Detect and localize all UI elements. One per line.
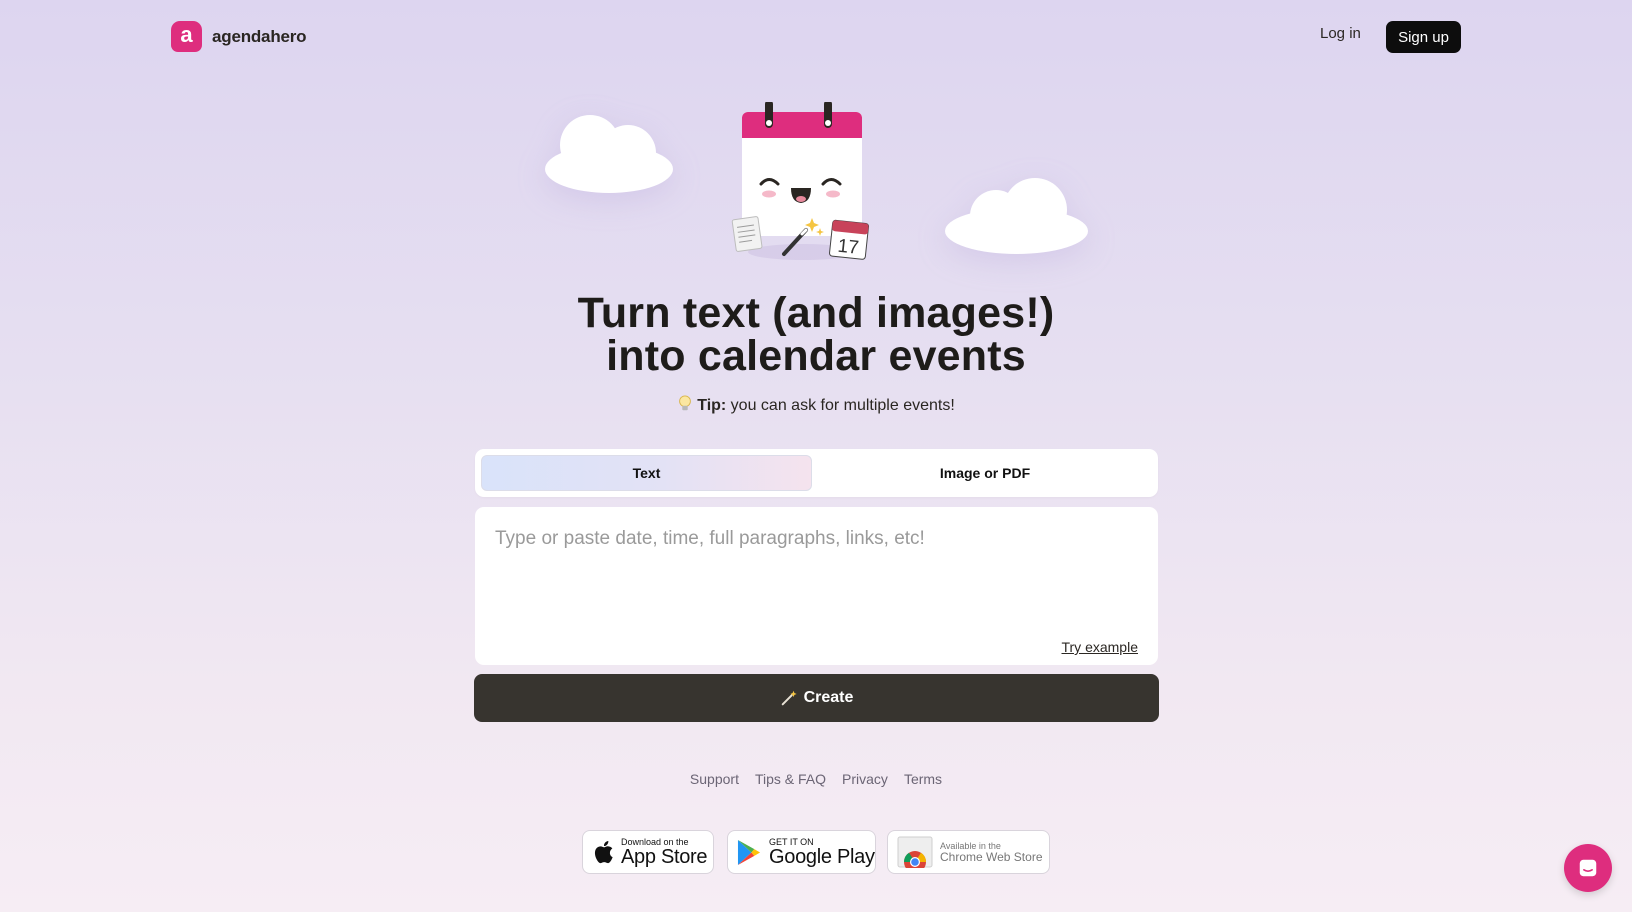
tip-label: Tip: <box>697 397 727 414</box>
headline-line-2: into calendar events <box>606 332 1026 380</box>
app-store-big-text: App Store <box>621 846 708 868</box>
tab-text[interactable]: Text <box>481 455 812 491</box>
app-store-badge[interactable]: Download on the App Store <box>582 830 714 874</box>
try-example-link[interactable]: Try example <box>1061 639 1138 655</box>
google-play-big-text: Google Play <box>769 846 875 868</box>
calendar-date-number: 17 <box>837 236 860 259</box>
input-mode-tabs: Text Image or PDF <box>475 449 1158 497</box>
signup-button[interactable]: Sign up <box>1386 21 1461 53</box>
top-nav: a agendahero Log in Sign up <box>0 0 1632 72</box>
apple-icon <box>594 841 613 864</box>
event-text-container: Try example <box>475 507 1158 665</box>
chat-icon <box>1579 859 1597 877</box>
google-play-badge[interactable]: GET IT ON Google Play <box>727 830 876 874</box>
google-play-icon <box>737 839 761 865</box>
footer-link-tips-faq[interactable]: Tips & FAQ <box>755 771 826 787</box>
chrome-store-small-text: Available in the <box>940 840 1001 851</box>
support-chat-button[interactable] <box>1564 844 1612 892</box>
chrome-store-big-text: Chrome Web Store <box>940 849 1043 864</box>
headline-line-1: Turn text (and images!) <box>577 289 1055 337</box>
tip-message: you can ask for multiple events! <box>726 397 955 414</box>
chrome-web-store-badge[interactable]: Available in the Chrome Web Store <box>887 830 1050 874</box>
footer-link-terms[interactable]: Terms <box>904 771 942 787</box>
magic-wand-icon <box>781 690 797 706</box>
brand-home-link[interactable]: a agendahero <box>171 21 307 52</box>
calendar-mascot-illustration: 17 <box>731 102 870 260</box>
brand-name: agendahero <box>212 26 307 46</box>
footer-links: Support Tips & FAQ Privacy Terms <box>416 771 1216 787</box>
agendahero-logo: a <box>171 21 202 52</box>
tab-image-or-pdf[interactable]: Image or PDF <box>818 455 1152 491</box>
lightbulb-icon <box>679 395 692 411</box>
tip-text: Tip: you can ask for multiple events! <box>416 395 1216 415</box>
create-button[interactable]: Create <box>474 674 1159 722</box>
cloud-left-illustration <box>545 113 673 193</box>
create-button-label: Create <box>803 689 854 706</box>
login-link[interactable]: Log in <box>1320 25 1361 42</box>
page-headline: Turn text (and images!) into calendar ev… <box>416 292 1216 378</box>
footer-link-privacy[interactable]: Privacy <box>842 771 888 787</box>
event-text-input[interactable] <box>475 507 1158 665</box>
cloud-right-illustration <box>945 178 1088 254</box>
chrome-web-store-icon <box>897 836 933 868</box>
footer-link-support[interactable]: Support <box>690 771 739 787</box>
